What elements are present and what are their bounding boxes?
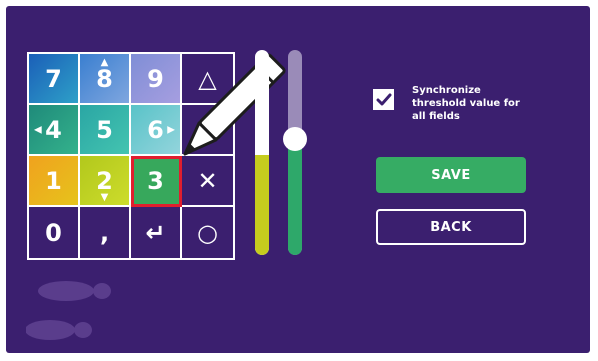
key-label: 5 [96, 115, 113, 144]
key-0[interactable]: 0 [29, 207, 80, 258]
key-5[interactable]: 5 [80, 105, 131, 156]
key-8[interactable]: ▲ 8 [80, 54, 131, 105]
footprints-icon [26, 281, 111, 340]
checkmark-icon [376, 93, 391, 105]
arrow-left-icon: ◀ [34, 124, 42, 135]
key-label: 0 [45, 218, 62, 247]
key-4[interactable]: ◀ 4 [29, 105, 80, 156]
circle-icon: ○ [197, 218, 218, 247]
key-label: , [99, 218, 110, 247]
sync-label: Synchronize threshold value for all fiel… [412, 85, 520, 122]
key-label: 8 [96, 64, 113, 93]
key-enter[interactable]: ↵ [131, 207, 182, 258]
enter-icon: ↵ [145, 218, 166, 247]
threshold-slider-1[interactable] [255, 50, 269, 255]
arrow-up-icon: ▲ [100, 57, 109, 68]
screen: 7 ▲8 9 △ ◀4 5 ▶6 1 ▼2 3 ✕ 0 , ↵ ○ Sy [6, 6, 590, 353]
arrow-down-icon: ▼ [100, 192, 109, 203]
key-circle[interactable]: ○ [182, 207, 233, 258]
key-label: 4 [45, 115, 62, 144]
key-1[interactable]: 1 [29, 156, 80, 207]
key-2[interactable]: ▼ 2 [80, 156, 131, 207]
key-label: 7 [45, 64, 62, 93]
slider-thumb[interactable] [283, 127, 307, 151]
key-label: 1 [45, 166, 62, 195]
threshold-slider-1-fill [255, 154, 269, 255]
save-button[interactable]: SAVE [376, 157, 526, 193]
key-comma[interactable]: , [80, 207, 131, 258]
sync-checkbox[interactable] [373, 89, 394, 110]
threshold-slider-2[interactable] [288, 50, 302, 255]
key-7[interactable]: 7 [29, 54, 80, 105]
back-button[interactable]: BACK [376, 209, 526, 245]
key-label: 2 [96, 166, 113, 195]
